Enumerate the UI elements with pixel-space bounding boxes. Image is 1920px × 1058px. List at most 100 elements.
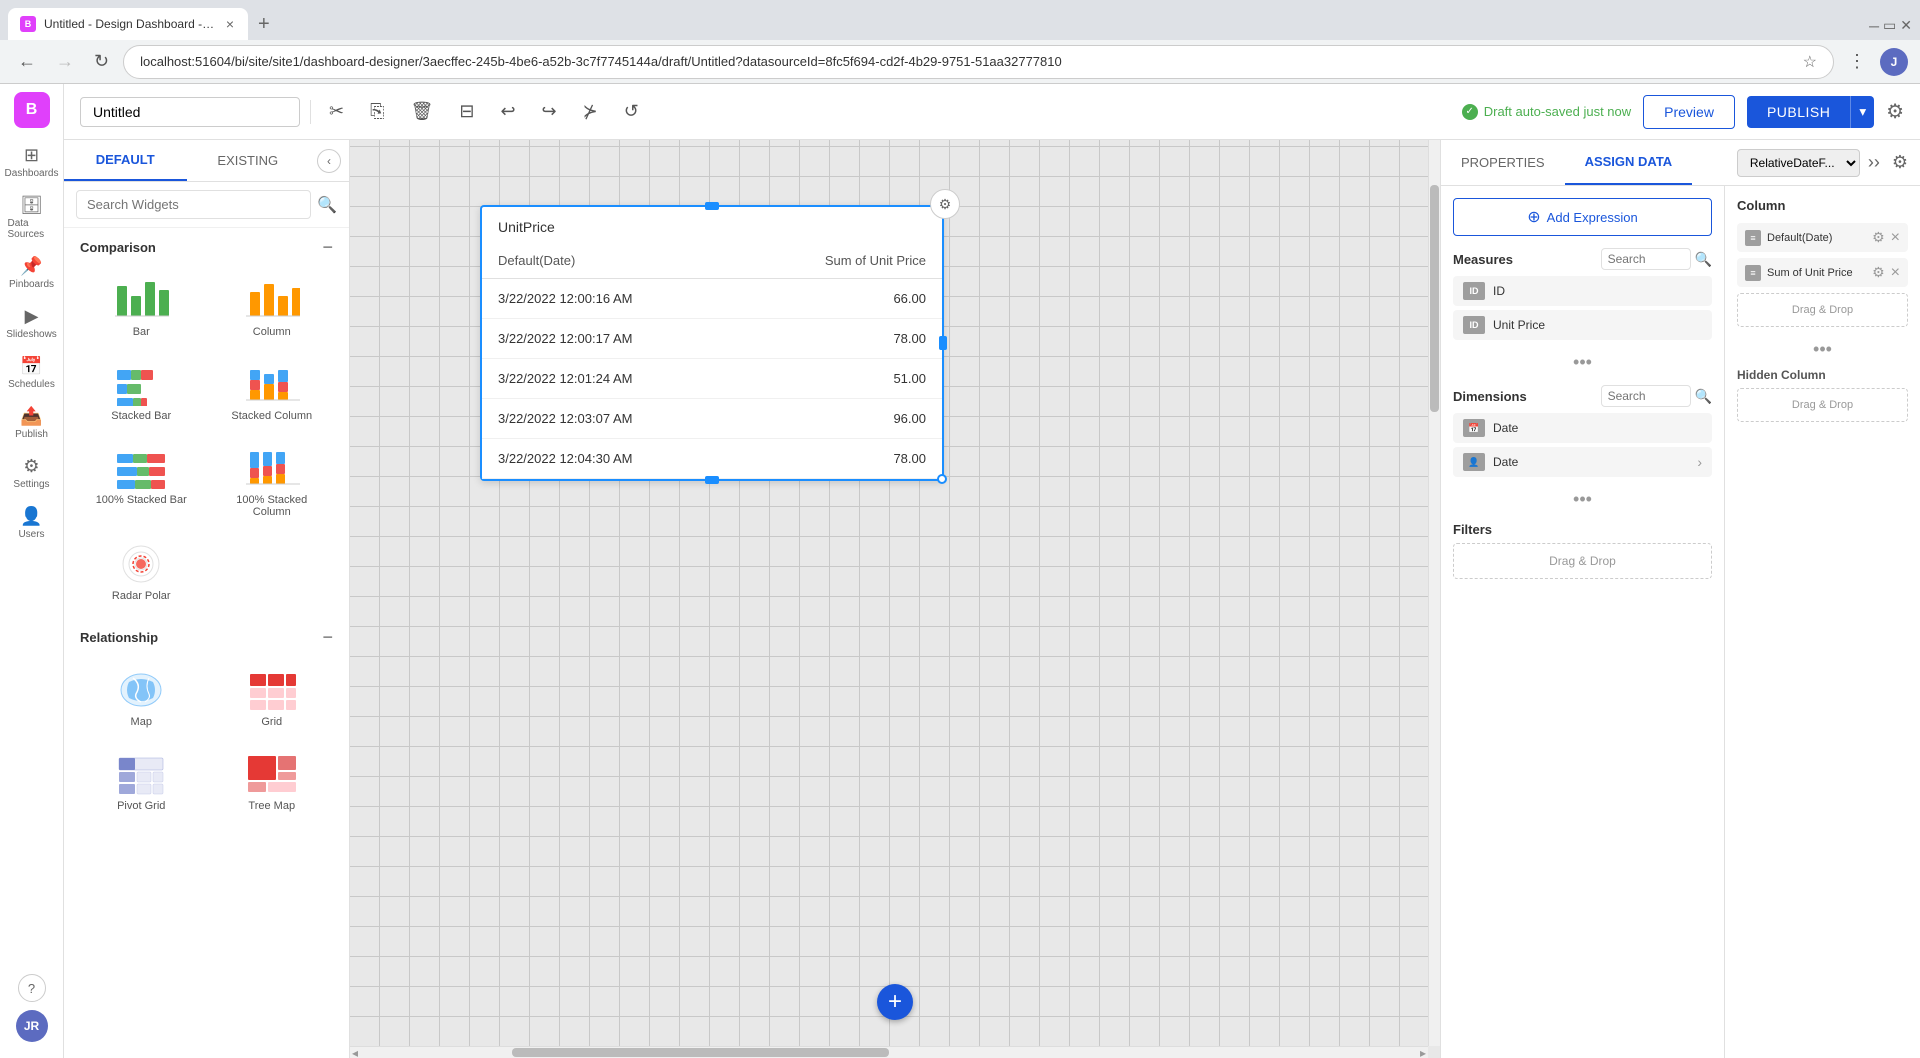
refresh-button[interactable]: ↺ (616, 97, 647, 126)
bookmark-icon[interactable]: ☆ (1803, 52, 1817, 72)
widget-item-stacked-bar[interactable]: Stacked Bar (80, 354, 203, 430)
dashboard-title-input[interactable] (80, 97, 300, 127)
filters-drop-zone[interactable]: Drag & Drop (1453, 543, 1712, 579)
column-item-close-1[interactable]: × (1891, 230, 1900, 246)
publish-dropdown-button[interactable]: ▾ (1850, 96, 1874, 128)
dimensions-field-date-2[interactable]: 👤 Date › (1453, 447, 1712, 477)
widget-item-column[interactable]: Column (211, 270, 334, 346)
sidebar-item-users[interactable]: 👤 Users (4, 499, 60, 547)
sidebar-item-slideshows[interactable]: ▶ Slideshows (4, 299, 60, 347)
sidebar-item-pinboards[interactable]: 📌 Pinboards (4, 249, 60, 297)
more-options-measures[interactable]: ••• (1453, 352, 1712, 373)
global-settings-icon[interactable]: ⚙ (1886, 99, 1904, 124)
widget-item-bar[interactable]: Bar (80, 270, 203, 346)
dimensions-field-date-1[interactable]: 📅 Date (1453, 413, 1712, 443)
measures-field-id[interactable]: ID ID (1453, 276, 1712, 306)
column-drop-zone[interactable]: Drag & Drop (1737, 293, 1908, 327)
close-window-button[interactable]: ✕ (1900, 17, 1912, 34)
sidebar-item-settings[interactable]: ⚙ Settings (4, 449, 60, 497)
scroll-left-arrow[interactable]: ◂ (352, 1046, 358, 1058)
relationship-section-collapse[interactable]: − (322, 628, 333, 646)
date-field-expand[interactable]: › (1697, 454, 1702, 470)
dashboards-label: Dashboards (5, 168, 59, 179)
measures-field-unit-price[interactable]: ID Unit Price (1453, 310, 1712, 340)
dimensions-search-icon[interactable]: 🔍 (1695, 388, 1712, 405)
tab-assign-data[interactable]: ASSIGN DATA (1565, 140, 1693, 185)
widget-settings-gear[interactable]: ⚙ (930, 189, 960, 219)
canvas-widget[interactable]: ⚙ UnitPrice Default(Date) Sum of Unit Pr… (480, 205, 944, 481)
measures-search-icon[interactable]: 🔍 (1695, 251, 1712, 268)
column-item-sum-unit-price[interactable]: ≡ Sum of Unit Price ⚙ × (1737, 258, 1908, 287)
resize-handle-right[interactable] (939, 336, 947, 350)
reload-button[interactable]: ↻ (88, 47, 115, 76)
widget-item-100-stacked-bar[interactable]: 100% Stacked Bar (80, 438, 203, 526)
resize-handle-bottom[interactable] (705, 476, 719, 484)
browser-menu-button[interactable]: ⋮ (1842, 47, 1872, 76)
column-item-default-date[interactable]: ≡ Default(Date) ⚙ × (1737, 223, 1908, 252)
canvas-area[interactable]: ⚙ UnitPrice Default(Date) Sum of Unit Pr… (350, 140, 1440, 1058)
sidebar-item-dashboards[interactable]: ⊞ Dashboards (4, 138, 60, 186)
address-bar-row: ← → ↻ localhost:51604/bi/site/site1/dash… (0, 40, 1920, 84)
collapse-panel-button[interactable]: ‹ (317, 149, 341, 173)
sidebar-item-data-sources[interactable]: 🗄 Data Sources (4, 188, 60, 247)
date-filter-dropdown[interactable]: RelativeDateF... (1737, 149, 1860, 177)
new-tab-button[interactable]: + (250, 13, 278, 36)
table-cell-value: 78.00 (738, 319, 942, 359)
tab-properties[interactable]: PROPERTIES (1441, 141, 1565, 184)
widget-item-grid[interactable]: Grid (211, 660, 334, 736)
column-more-options[interactable]: ••• (1737, 339, 1908, 360)
panel-settings-icon[interactable]: ⚙ (1888, 150, 1912, 175)
filter-button[interactable]: ⊁ (575, 97, 606, 126)
help-button[interactable]: ? (18, 974, 46, 1002)
column-item-gear-2[interactable]: ⚙ (1872, 264, 1885, 281)
canvas-scrollbar-x[interactable]: ◂ ▸ (350, 1046, 1428, 1058)
comparison-section-collapse[interactable]: − (322, 238, 333, 256)
sidebar-item-schedules[interactable]: 📅 Schedules (4, 349, 60, 397)
widget-search-icon[interactable]: 🔍 (317, 195, 337, 215)
hidden-column-drop-zone[interactable]: Drag & Drop (1737, 388, 1908, 422)
column-item-gear-1[interactable]: ⚙ (1872, 229, 1885, 246)
widget-item-radar-polar[interactable]: Radar Polar (80, 534, 203, 610)
add-widget-button[interactable]: + (877, 984, 913, 1020)
widget-item-100-stacked-column[interactable]: 100% Stacked Column (211, 438, 334, 526)
add-expression-button[interactable]: ⊕ Add Expression (1453, 198, 1712, 236)
widget-item-tree-map[interactable]: Tree Map (211, 744, 334, 820)
sidebar-item-publish[interactable]: 📤 Publish (4, 399, 60, 447)
table-cell-date: 3/22/2022 12:03:07 AM (482, 399, 738, 439)
redo-button[interactable]: ↪ (534, 97, 565, 126)
widget-item-pivot-grid[interactable]: Pivot Grid (80, 744, 203, 820)
address-bar[interactable]: localhost:51604/bi/site/site1/dashboard-… (123, 45, 1834, 79)
copy-button[interactable]: ⎘ (362, 97, 392, 126)
more-delete-button[interactable]: ⊟ (451, 97, 482, 126)
expand-panel-icon[interactable]: ›› (1864, 150, 1884, 175)
resize-handle-corner[interactable] (937, 474, 947, 484)
column-item-close-2[interactable]: × (1891, 265, 1900, 281)
cut-button[interactable]: ✂ (321, 97, 352, 126)
tab-existing[interactable]: EXISTING (187, 141, 310, 180)
canvas-scrollbar-y[interactable] (1428, 140, 1440, 1046)
tab-close-button[interactable]: × (224, 16, 236, 32)
dimensions-search[interactable] (1601, 385, 1691, 407)
delete-button[interactable]: 🗑 (403, 97, 442, 126)
publish-button[interactable]: PUBLISH (1747, 96, 1850, 128)
browser-tab[interactable]: B Untitled - Design Dashboard - B... × (8, 8, 248, 40)
resize-handle-top[interactable] (705, 202, 719, 210)
forward-button[interactable]: → (50, 47, 80, 76)
measures-search[interactable] (1601, 248, 1691, 270)
tab-default[interactable]: DEFAULT (64, 140, 187, 181)
preview-button[interactable]: Preview (1643, 95, 1735, 129)
date-field-icon-2: 👤 (1463, 453, 1485, 471)
minimize-button[interactable]: ─ (1869, 17, 1879, 34)
widget-item-stacked-column[interactable]: Stacked Column (211, 354, 334, 430)
restore-button[interactable]: ▭ (1883, 17, 1896, 34)
dashboards-icon: ⊞ (24, 145, 39, 166)
grid-icon (244, 668, 300, 712)
user-profile-icon[interactable]: J (1880, 48, 1908, 76)
undo-button[interactable]: ↩ (492, 97, 523, 126)
more-options-dimensions[interactable]: ••• (1453, 489, 1712, 510)
back-button[interactable]: ← (12, 47, 42, 76)
user-avatar[interactable]: JR (16, 1010, 48, 1042)
widget-item-map[interactable]: Map (80, 660, 203, 736)
widget-search-input[interactable] (76, 190, 311, 219)
scroll-right-arrow[interactable]: ▸ (1420, 1046, 1426, 1058)
